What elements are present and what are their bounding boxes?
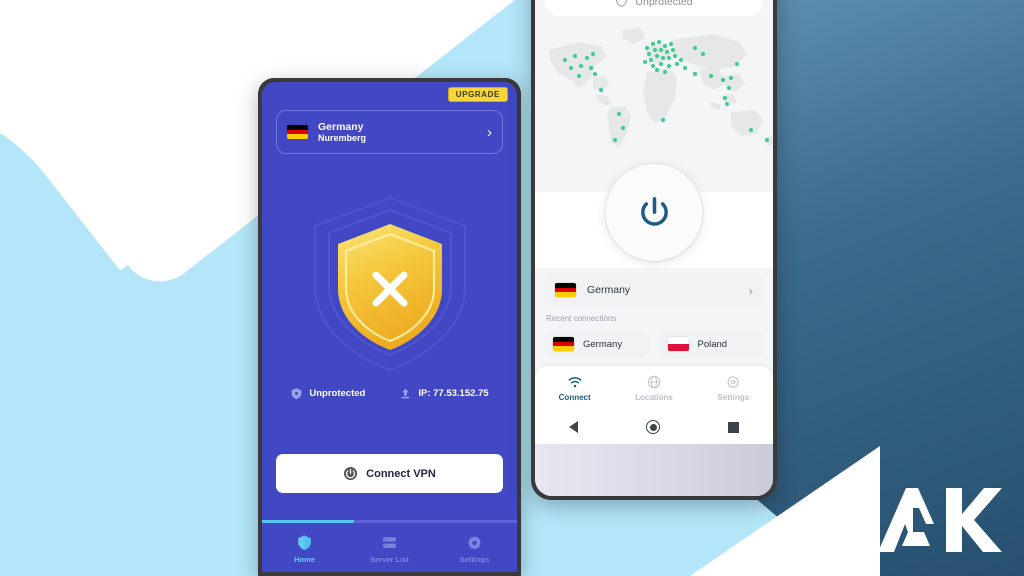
tab-home[interactable]: Home <box>262 523 347 572</box>
flag-germany-icon <box>553 337 574 351</box>
tab-connect[interactable]: Connect <box>535 366 614 410</box>
power-icon <box>640 196 668 226</box>
home-indicator-strip <box>535 444 773 496</box>
upgrade-button[interactable]: UPGRADE <box>447 87 508 102</box>
screenshot-stage: UPGRADE Germany Nuremberg › Unprotected … <box>0 0 1024 576</box>
tab-server-list[interactable]: Server List <box>347 523 432 572</box>
recent-chip-germany-label: Germany <box>583 338 623 350</box>
recents-button[interactable] <box>728 421 739 433</box>
tab-locations-label: Locations <box>635 393 673 402</box>
connect-vpn-label: Connect VPN <box>366 467 436 480</box>
tab-settings-label: Settings <box>717 393 750 402</box>
status-row: Unprotected IP: 77.53.152.75 <box>262 387 517 400</box>
tab-locations[interactable]: Locations <box>614 366 693 410</box>
server-list-icon <box>383 537 396 548</box>
flag-poland-icon <box>667 337 689 351</box>
protection-status-pill-label: Unprotected <box>635 0 693 8</box>
shield-status-graphic <box>262 192 517 382</box>
ip-address-label: IP: 77.53.152.75 <box>418 388 489 399</box>
shield-icon <box>292 388 302 400</box>
server-selector-card[interactable]: Germany Nuremberg › <box>276 110 503 154</box>
wifi-icon <box>568 377 582 388</box>
flag-germany-icon <box>287 125 308 139</box>
android-navigation-bar <box>535 410 773 444</box>
chevron-right-icon: › <box>487 123 492 141</box>
phone-left-screen: UPGRADE Germany Nuremberg › Unprotected … <box>262 82 517 572</box>
server-selector-text: Germany Nuremberg <box>318 121 366 143</box>
power-icon <box>344 466 358 481</box>
world-map[interactable] <box>535 16 773 156</box>
background-swoosh-cutout <box>0 17 268 576</box>
tab-settings[interactable]: Settings <box>694 366 773 410</box>
connect-vpn-button[interactable]: Connect VPN <box>276 454 503 493</box>
protection-status-label: Unprotected <box>309 388 366 399</box>
server-city-label: Nuremberg <box>318 132 367 143</box>
shield-home-icon <box>298 535 311 550</box>
home-button[interactable] <box>646 420 660 434</box>
shield-x-icon <box>313 196 466 372</box>
recent-chip-poland-label: Poland <box>697 338 728 350</box>
location-selector-card[interactable]: Germany › <box>544 272 764 308</box>
server-country-label: Germany <box>318 120 364 133</box>
flag-germany-icon <box>555 283 576 297</box>
bottom-navigation-left: Home Server List Settings <box>262 523 517 572</box>
back-button[interactable] <box>569 421 578 433</box>
recent-connections-list: Germany Poland <box>544 330 764 358</box>
bottom-navigation-right: Connect Locations Settings <box>535 366 773 410</box>
protection-status: Unprotected <box>290 387 365 400</box>
recent-chip-poland[interactable]: Poland <box>658 330 764 358</box>
shield-outline-icon <box>616 0 628 7</box>
ip-status: IP: 77.53.152.75 <box>399 387 489 400</box>
tab-settings-label: Settings <box>459 555 490 564</box>
world-map-svg <box>549 28 773 148</box>
phone-right-screen: Unprotected Germany › Recent connections… <box>535 0 773 496</box>
power-toggle-button[interactable] <box>605 164 703 261</box>
gear-icon <box>468 536 481 550</box>
chevron-right-icon: › <box>748 282 753 298</box>
tab-home-label: Home <box>294 555 315 564</box>
power-section <box>535 156 773 268</box>
upload-icon <box>402 388 410 399</box>
phone-right: Unprotected Germany › Recent connections… <box>531 0 777 500</box>
gear-icon <box>727 376 740 389</box>
tab-connect-label: Connect <box>558 393 591 402</box>
tab-server-list-label: Server List <box>370 555 409 564</box>
location-country-label: Germany <box>587 284 631 296</box>
phone-left: UPGRADE Germany Nuremberg › Unprotected … <box>258 78 521 576</box>
protection-status-pill: Unprotected <box>545 0 763 16</box>
recent-connections-title: Recent connections <box>546 314 617 323</box>
globe-icon <box>647 375 661 389</box>
tab-settings[interactable]: Settings <box>432 523 517 572</box>
recent-chip-germany[interactable]: Germany <box>544 330 650 358</box>
